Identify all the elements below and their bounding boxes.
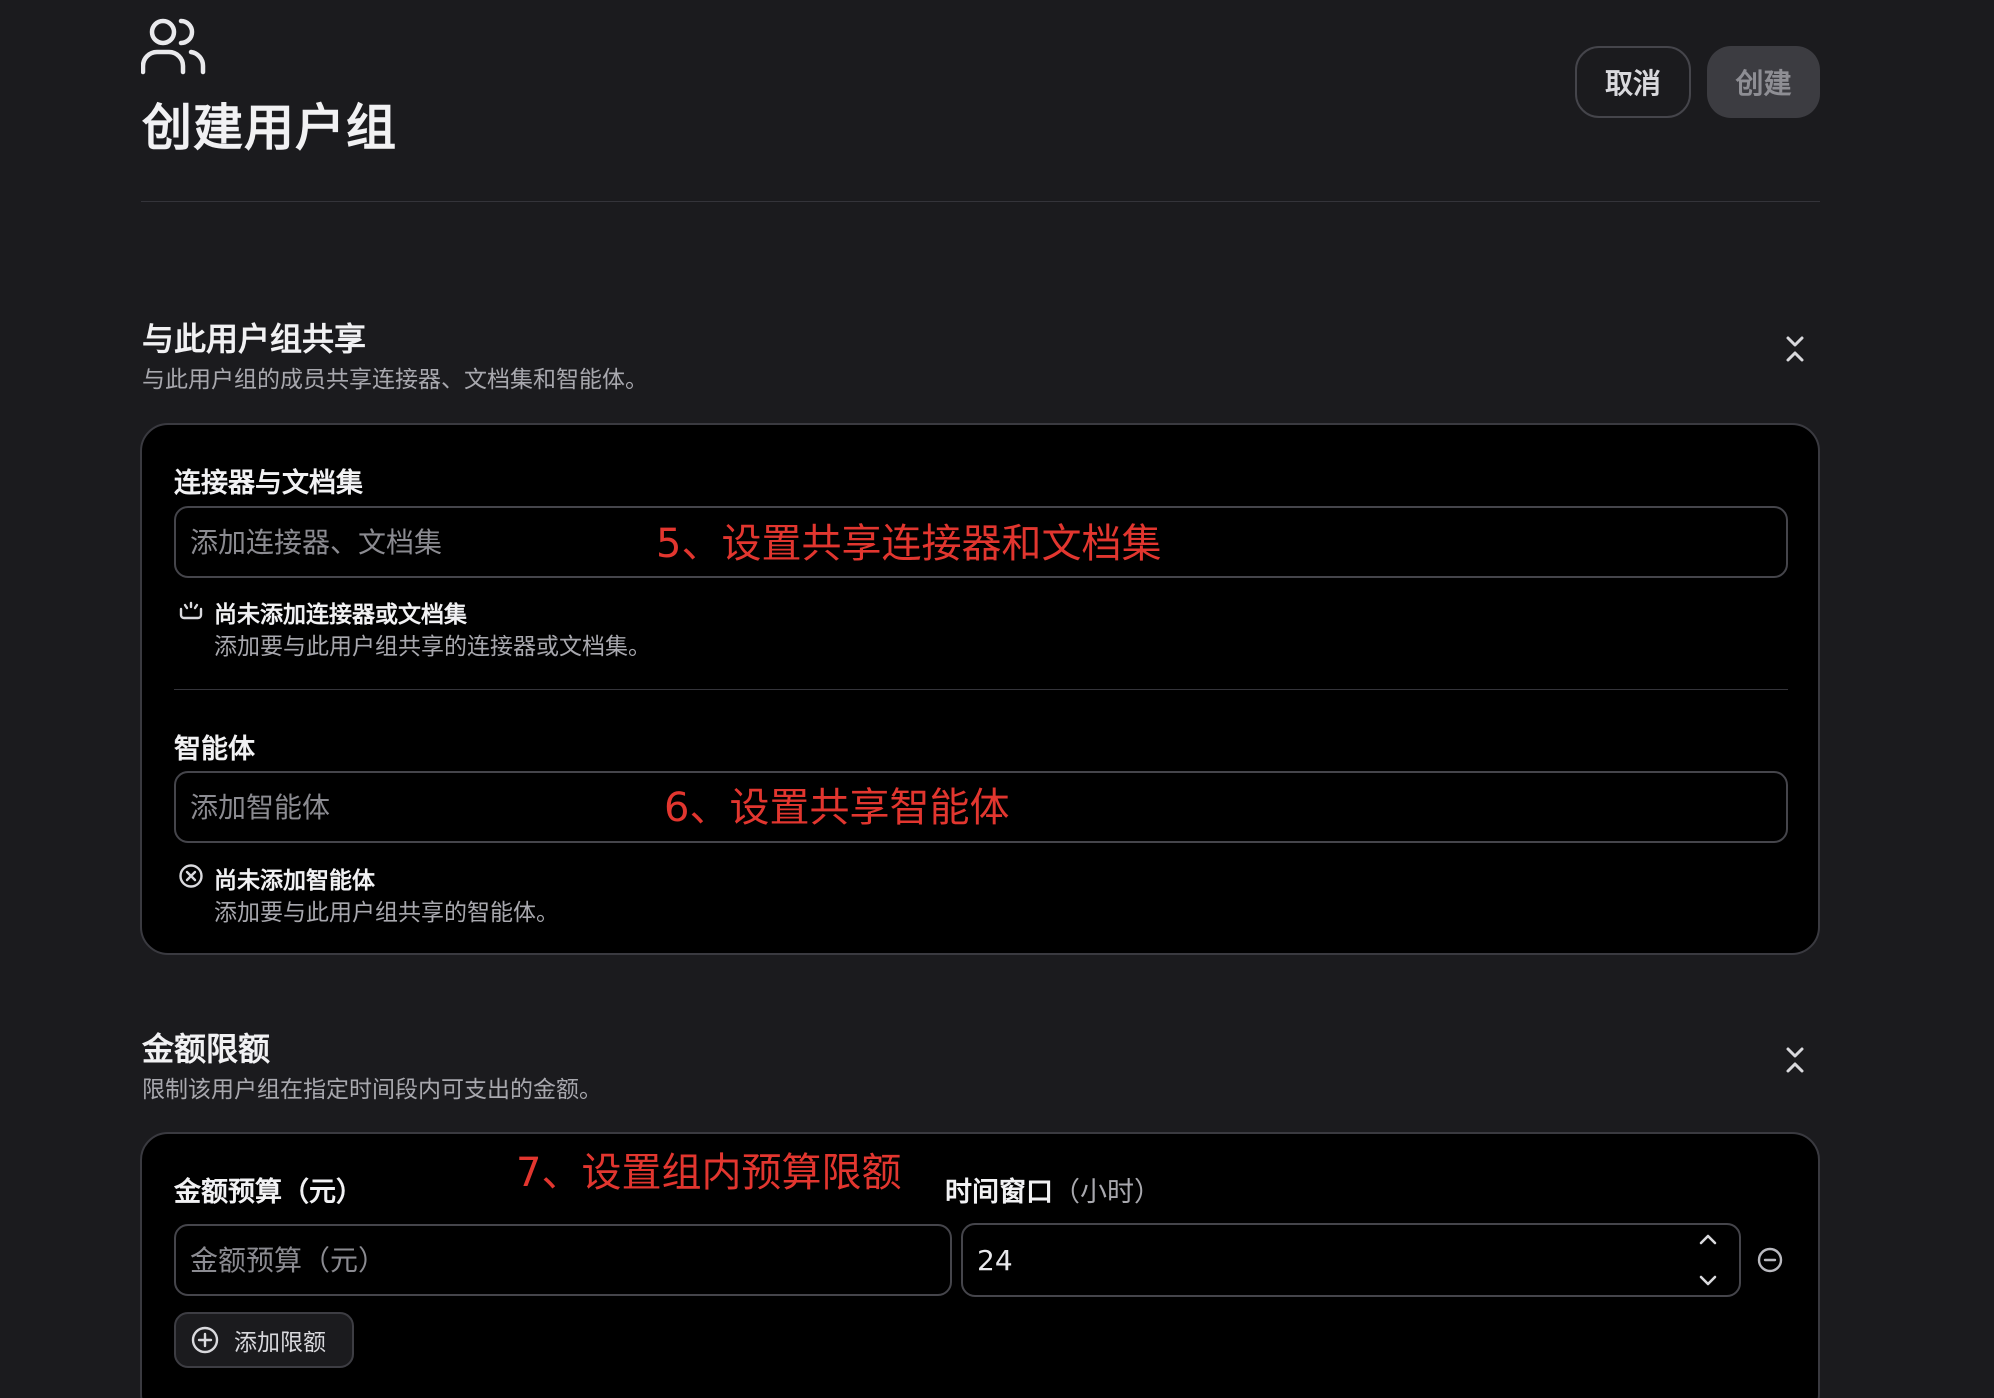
time-window-input[interactable] [961, 1223, 1741, 1297]
share-card: 连接器与文档集 5、设置共享连接器和文档集 尚未添加连接器或文档集 添加要与此用… [140, 423, 1820, 955]
circle-x-icon [179, 864, 203, 888]
limit-section-title: 金额限额 [142, 1030, 271, 1068]
page-title: 创建用户组 [142, 99, 397, 157]
agents-empty-title: 尚未添加智能体 [214, 868, 375, 894]
create-button[interactable]: 创建 [1707, 46, 1820, 118]
connectors-label: 连接器与文档集 [174, 468, 363, 499]
budget-input[interactable] [174, 1224, 952, 1296]
annotation-step-6: 6、设置共享智能体 [664, 785, 1010, 831]
time-window-label: 时间窗口（小时） [945, 1170, 1161, 1209]
circle-plus-icon [191, 1326, 219, 1354]
connectors-empty-title: 尚未添加连接器或文档集 [214, 602, 467, 628]
limit-card: 7、设置组内预算限额 金额预算（元） 时间窗口（小时） 添加限额 [140, 1132, 1820, 1398]
agents-empty-description: 添加要与此用户组共享的智能体。 [214, 900, 559, 926]
add-limit-label: 添加限额 [234, 1330, 326, 1356]
agents-label: 智能体 [174, 734, 255, 765]
chevrons-collapse-icon[interactable] [1783, 334, 1807, 364]
share-section-title: 与此用户组共享 [142, 320, 367, 358]
circle-minus-icon[interactable] [1756, 1246, 1784, 1274]
add-limit-button[interactable]: 添加限额 [174, 1312, 354, 1368]
number-stepper-icon[interactable] [1693, 1229, 1723, 1291]
annotation-step-5: 5、设置共享连接器和文档集 [656, 521, 1162, 567]
cancel-button[interactable]: 取消 [1575, 46, 1691, 118]
unplug-icon [179, 601, 203, 620]
header-divider [141, 201, 1820, 202]
connectors-empty-description: 添加要与此用户组共享的连接器或文档集。 [214, 634, 651, 660]
budget-label: 金额预算（元） [174, 1177, 363, 1208]
card-divider [174, 689, 1788, 690]
time-window-label-text: 时间窗口 [945, 1177, 1053, 1208]
annotation-step-7: 7、设置组内预算限额 [516, 1150, 902, 1196]
users-icon [141, 18, 206, 75]
share-section-description: 与此用户组的成员共享连接器、文档集和智能体。 [142, 367, 648, 393]
time-window-unit: （小时） [1053, 1177, 1161, 1208]
chevrons-collapse-icon[interactable] [1783, 1045, 1807, 1075]
create-user-group-page: 创建用户组 取消 创建 与此用户组共享 与此用户组的成员共享连接器、文档集和智能… [0, 0, 1994, 1398]
limit-section-description: 限制该用户组在指定时间段内可支出的金额。 [142, 1077, 602, 1103]
